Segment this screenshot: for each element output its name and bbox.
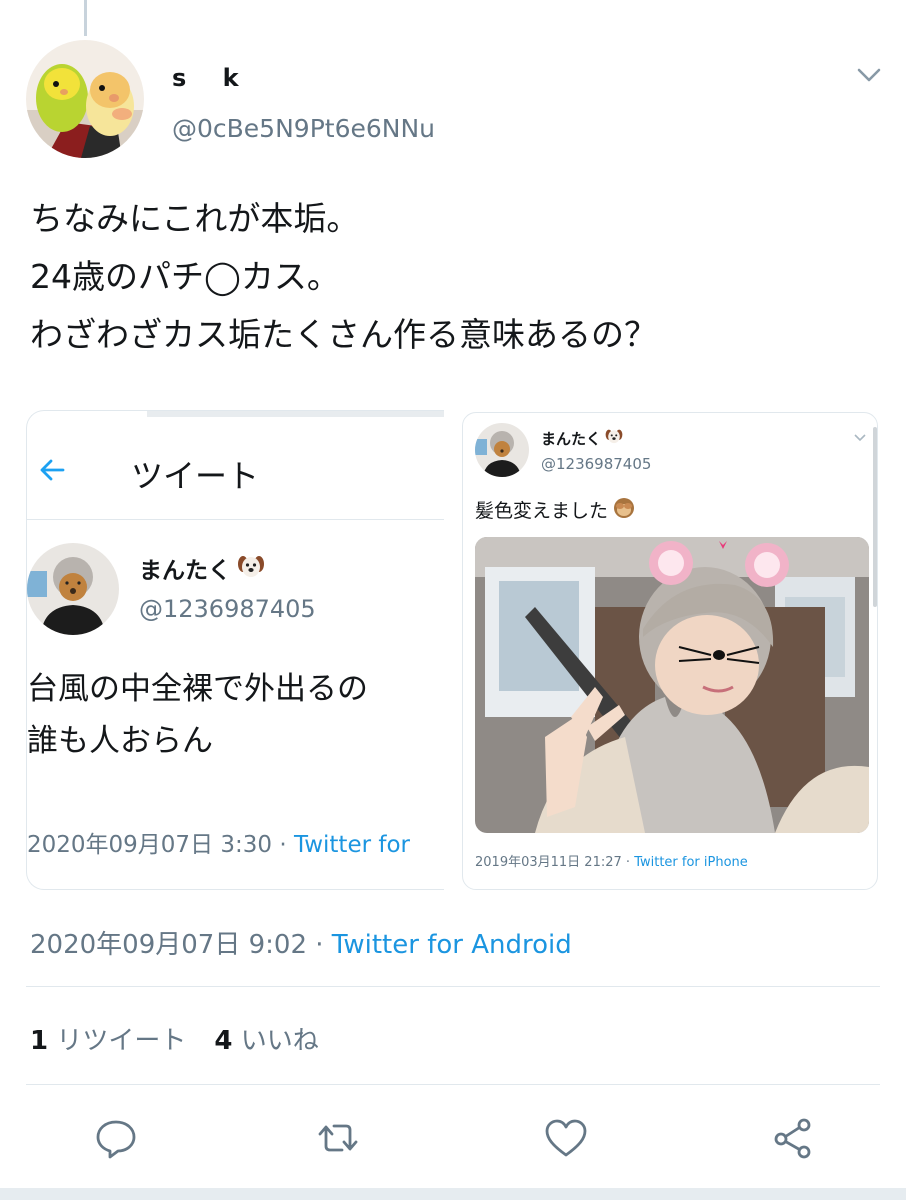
quoted-timestamp: 2019年03月11日 21:27	[475, 855, 622, 870]
quoted-handle: @1236987405	[541, 455, 652, 473]
quoted-display-name: まんたく	[139, 558, 231, 584]
quoted-timestamp: 2020年09月07日 3:30	[27, 832, 273, 858]
quoted-source: Twitter for	[293, 832, 410, 858]
quoted-text: 台風の中全裸で外出るの 誰も人おらん	[27, 663, 368, 767]
quoted-name-row: まんたく	[541, 427, 623, 449]
quoted-avatar	[475, 423, 529, 477]
author-avatar[interactable]	[26, 40, 144, 158]
scrollbar	[873, 427, 877, 607]
meta-separator: ·	[279, 832, 287, 858]
like-stat[interactable]: 4 いいね	[214, 1026, 318, 1056]
quoted-text-line: 台風の中全裸で外出るの	[27, 671, 368, 707]
selfie-photo[interactable]	[475, 537, 869, 833]
quoted-meta: 2019年03月11日 21:27 · Twitter for iPhone	[475, 851, 748, 870]
chevron-down-icon	[853, 429, 867, 442]
author-handle[interactable]: @0cBe5N9Pt6e6NNu	[172, 114, 435, 143]
retweet-label: リツイート	[56, 1026, 187, 1056]
quoted-source: Twitter for iPhone	[634, 855, 748, 870]
like-label: いいね	[240, 1026, 319, 1056]
tweet-text-line: ちなみにこれが本垢。	[30, 199, 360, 238]
divider	[26, 986, 880, 987]
dog-face-icon	[605, 427, 623, 449]
meta-separator: ·	[625, 855, 631, 870]
engagement-stats: 1 リツイート 4 いいね	[30, 1020, 319, 1057]
screen-title: ツイート	[131, 457, 260, 495]
bottom-edge	[0, 1188, 906, 1200]
quoted-avatar	[27, 543, 119, 635]
retweet-icon[interactable]	[312, 1112, 364, 1164]
tweet-timestamp-row: 2020年09月07日 9:02 · Twitter for Android	[30, 924, 572, 961]
attached-image-left[interactable]: ツイート まんたく @1236987405 台風の中全裸で外出るの 誰も人おらん…	[26, 410, 444, 890]
quoted-text: 髪色変えました	[475, 495, 636, 524]
action-bar	[0, 1112, 906, 1168]
tweet-text: ちなみにこれが本垢。 24歳のパチ◯カス。わざわざカス垢たくさん作る意味あるの？	[30, 190, 657, 364]
see-no-evil-monkey-icon	[612, 495, 636, 524]
author-display-name[interactable]: s k	[172, 64, 253, 92]
like-count: 4	[214, 1026, 233, 1056]
quoted-display-name: まんたく	[541, 429, 602, 448]
tweet-text-line: わざわざカス垢たくさん作る意味あるの？	[30, 315, 657, 354]
chevron-down-icon[interactable]	[852, 60, 886, 90]
quoted-text-line: 誰も人おらん	[27, 723, 213, 759]
tweet-timestamp: 2020年09月07日 9:02	[30, 930, 307, 960]
budgie-avatar-image	[26, 40, 144, 158]
tweet-source-link[interactable]: Twitter for Android	[332, 930, 572, 960]
quoted-name-row: まんたく	[139, 551, 265, 585]
divider	[26, 1084, 880, 1085]
meta-separator: ·	[315, 930, 324, 960]
tweet-text-line: 24歳のパチ◯カス。	[30, 257, 340, 296]
header-divider	[27, 519, 444, 520]
status-bar-fragment	[147, 411, 444, 417]
quoted-handle: @1236987405	[139, 595, 316, 623]
reply-icon[interactable]	[90, 1112, 142, 1164]
retweet-stat[interactable]: 1 リツイート	[30, 1026, 186, 1056]
heart-icon[interactable]	[540, 1112, 592, 1164]
attached-image-right[interactable]: まんたく @1236987405 髪色変えました 2019年03月11日 21:…	[462, 412, 878, 890]
dog-face-icon	[237, 552, 265, 584]
thread-connector-line	[84, 0, 87, 36]
quoted-meta: 2020年09月07日 3:30 · Twitter for	[27, 825, 410, 859]
arrow-left-icon	[37, 455, 67, 485]
quoted-text-line: 髪色変えました	[475, 500, 609, 522]
share-icon[interactable]	[768, 1112, 820, 1164]
retweet-count: 1	[30, 1026, 49, 1056]
